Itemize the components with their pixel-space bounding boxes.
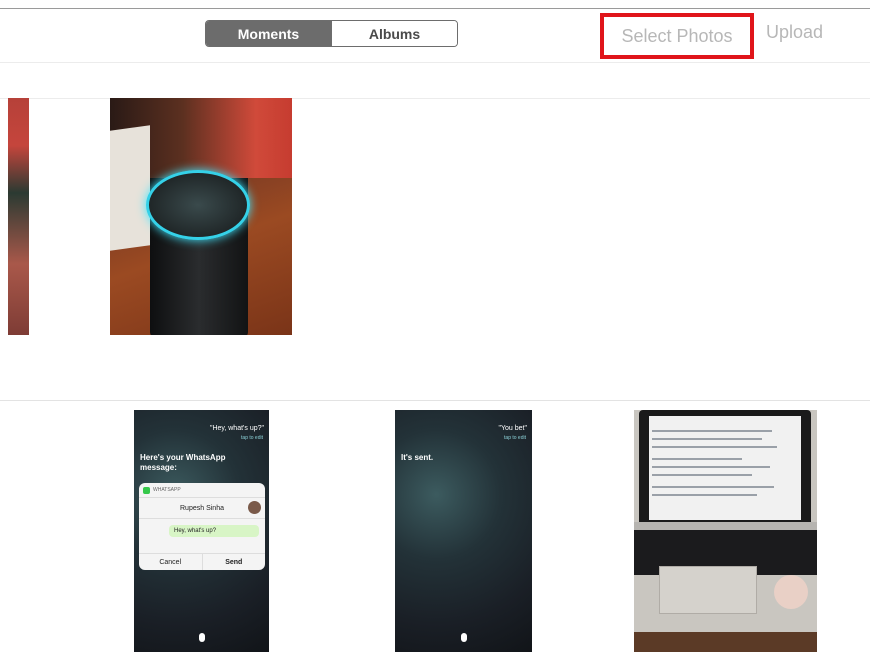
text-line (652, 486, 774, 488)
siri-query: "Hey, what's up?" (209, 425, 264, 432)
select-photos-label: Select Photos (621, 25, 733, 46)
moments-tab[interactable]: Moments (206, 21, 331, 46)
laptop-hinge (634, 522, 817, 530)
text-line (652, 430, 772, 432)
message-bubble: Hey, what's up? (169, 525, 259, 537)
siri-response: Here's your WhatsApp message: (140, 453, 226, 472)
upload-button[interactable]: Upload (766, 22, 823, 43)
text-line (652, 494, 757, 496)
whatsapp-card: WHATSAPP Rupesh Sinha Hey, what's up? Ca… (139, 483, 265, 570)
photo-thumbnail-siri-whatsapp[interactable]: "Hey, what's up?" tap to edit Here's you… (134, 410, 269, 652)
select-photos-button[interactable]: Select Photos (600, 13, 754, 59)
recipient-name: Rupesh Sinha (180, 504, 224, 512)
tap-to-edit: tap to edit (241, 435, 263, 441)
text-line (652, 466, 770, 468)
status-bar (134, 410, 269, 418)
photo-thumbnail-echo-speaker[interactable] (110, 98, 292, 335)
tap-to-edit: tap to edit (504, 435, 526, 441)
sticker (774, 575, 808, 609)
view-segmented-control[interactable]: Moments Albums (205, 20, 458, 47)
photo-thumbnail-laptop[interactable] (634, 410, 817, 652)
siri-response: It's sent. (401, 453, 434, 462)
send-label: Send (201, 554, 266, 570)
app-name: WHATSAPP (153, 487, 181, 493)
card-actions: Cancel Send (139, 553, 265, 570)
speaker-light-ring (146, 170, 250, 240)
whatsapp-icon (143, 486, 150, 494)
top-divider (0, 8, 870, 9)
photo-thumbnail[interactable] (8, 98, 29, 335)
siri-query: "You bet" (498, 425, 527, 432)
albums-tab[interactable]: Albums (331, 21, 457, 46)
text-line (652, 474, 752, 476)
photo-thumbnail-siri-sent[interactable]: "You bet" tap to edit It's sent. (395, 410, 532, 652)
text-line (652, 446, 777, 448)
text-line (652, 458, 742, 460)
desk-surface (634, 632, 817, 652)
laptop-trackpad (659, 566, 757, 614)
recipient-row: Rupesh Sinha (139, 498, 265, 519)
cancel-label: Cancel (159, 558, 182, 566)
avatar (248, 501, 261, 514)
section-divider (0, 400, 870, 401)
header-divider (0, 62, 870, 63)
microphone-icon (460, 633, 467, 642)
status-bar (395, 410, 532, 418)
photo-paper (110, 125, 150, 251)
microphone-icon (198, 633, 205, 642)
text-line (652, 438, 762, 440)
app-header: WHATSAPP (139, 483, 265, 498)
